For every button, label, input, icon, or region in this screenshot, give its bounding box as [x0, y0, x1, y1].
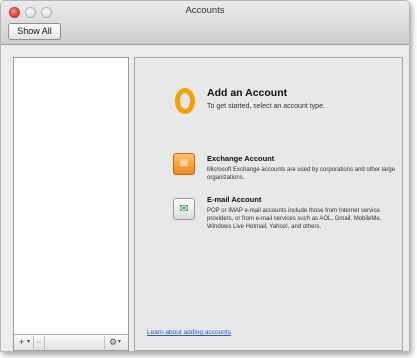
exchange-account-description: Microsoft Exchange accounts are used by …: [207, 167, 396, 181]
window-title: Accounts: [185, 5, 225, 16]
outlook-logo-icon: [175, 88, 195, 114]
exchange-account-button[interactable]: Exchange Account: [207, 154, 274, 163]
email-account-button[interactable]: E-mail Account: [207, 195, 261, 204]
add-account-subheading: To get started, select an account type.: [207, 103, 325, 110]
add-account-pane: Add an Account To get started, select an…: [134, 57, 403, 351]
gear-menu-caret-icon[interactable]: ▾: [118, 337, 121, 348]
remove-account-button[interactable]: −: [36, 337, 41, 348]
accounts-list[interactable]: + ▾ − ⚙ ▾: [13, 57, 129, 351]
gear-icon[interactable]: ⚙: [109, 337, 117, 348]
toolbar-divider: [104, 336, 105, 349]
email-account-description: POP or IMAP e-mail accounts include thos…: [207, 208, 382, 230]
accounts-list-toolbar: + ▾ − ⚙ ▾: [14, 334, 128, 350]
accounts-window: Accounts Show All + ▾ − ⚙ ▾ Add an Accou…: [0, 0, 410, 352]
email-account-icon[interactable]: ✉: [173, 198, 195, 220]
add-account-heading: Add an Account: [207, 87, 288, 99]
title-bar: Accounts Show All: [1, 1, 409, 45]
toolbar-divider: [44, 336, 45, 349]
add-account-button[interactable]: +: [19, 337, 24, 348]
learn-about-accounts-link[interactable]: Learn about adding accounts: [147, 329, 231, 336]
add-menu-caret-icon[interactable]: ▾: [27, 337, 30, 348]
exchange-account-icon[interactable]: ⊠: [173, 153, 195, 175]
toolbar-divider: [33, 336, 34, 349]
show-all-button[interactable]: Show All: [8, 23, 61, 40]
